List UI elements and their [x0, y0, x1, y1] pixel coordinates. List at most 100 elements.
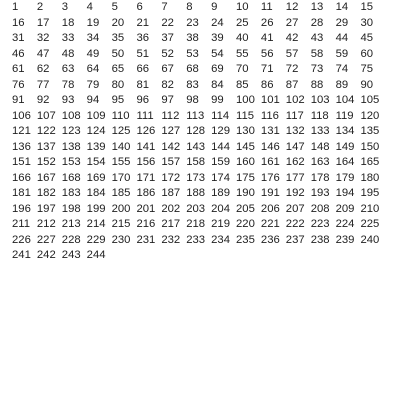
grid-number: 110 [111, 109, 130, 122]
grid-number: 168 [61, 171, 81, 184]
grid-number: 210 [360, 202, 380, 215]
grid-number: 217 [161, 218, 181, 230]
grid-number: 82 [161, 78, 174, 91]
grid-number: 44 [335, 32, 349, 44]
grid-number: 203 [186, 202, 206, 215]
grid-number: 120 [360, 109, 380, 122]
grid-number: 226 [12, 233, 31, 246]
grid-number: 116 [260, 109, 279, 122]
grid-number: 28 [310, 16, 324, 29]
grid-number: 233 [186, 233, 206, 246]
grid-number: 111 [136, 109, 154, 122]
grid-number: 52 [161, 47, 174, 60]
grid-number: 9 [211, 1, 218, 13]
grid-number: 178 [310, 171, 330, 184]
grid-number: 197 [36, 202, 56, 215]
grid-number: 241 [12, 249, 31, 261]
grid-number: 18 [61, 16, 75, 29]
grid-number: 80 [111, 78, 125, 91]
grid-number: 66 [136, 63, 150, 75]
grid-number: 177 [285, 171, 305, 184]
grid-number: 124 [86, 125, 106, 137]
grid-number: 87 [285, 78, 299, 91]
grid-number: 180 [360, 171, 380, 184]
grid-number: 16 [12, 16, 25, 29]
grid-number: 223 [310, 218, 330, 230]
grid-number: 31 [12, 32, 25, 44]
grid-number: 143 [186, 140, 206, 153]
grid-number: 199 [86, 202, 106, 215]
grid-number: 65 [111, 63, 125, 75]
grid-number: 142 [161, 140, 181, 153]
grid-number: 149 [335, 140, 355, 153]
grid-number: 169 [86, 171, 106, 184]
grid-number: 170 [111, 171, 131, 184]
grid-number: 228 [61, 233, 81, 246]
grid-number: 86 [260, 78, 274, 91]
grid-number: 91 [12, 94, 25, 106]
grid-number: 184 [86, 187, 106, 199]
grid-number: 95 [111, 94, 125, 106]
grid-number: 75 [360, 63, 374, 75]
grid-number: 30 [360, 16, 374, 29]
grid-number: 186 [136, 187, 156, 199]
grid-number: 118 [310, 109, 329, 122]
grid-number: 40 [236, 32, 249, 44]
grid-number: 22 [161, 16, 174, 29]
grid-number: 4 [86, 1, 93, 13]
grid-number: 235 [236, 233, 255, 246]
grid-number: 103 [310, 94, 330, 106]
grid-number: 5 [111, 1, 118, 13]
grid-number: 99 [211, 94, 224, 106]
grid-number: 58 [310, 47, 324, 60]
grid-number: 215 [111, 218, 131, 230]
grid-number: 161 [260, 156, 280, 168]
grid-number: 135 [360, 125, 380, 137]
grid-number: 1 [12, 1, 19, 13]
grid-number: 214 [86, 218, 106, 230]
grid-number: 151 [12, 156, 31, 168]
grid-number: 49 [86, 47, 100, 60]
grid-number: 211 [12, 218, 31, 230]
grid-number: 63 [61, 63, 75, 75]
grid-number: 201 [136, 202, 156, 215]
grid-number: 101 [260, 94, 280, 106]
grid-number: 38 [186, 32, 199, 44]
grid-number: 102 [285, 94, 305, 106]
grid-number: 3 [61, 1, 69, 13]
grid-number: 13 [310, 1, 324, 13]
grid-number: 187 [161, 187, 181, 199]
grid-number: 112 [161, 109, 180, 122]
grid-number: 106 [12, 109, 31, 122]
grid-number: 231 [136, 233, 156, 246]
grid-number: 36 [136, 32, 150, 44]
grid-number: 125 [111, 125, 131, 137]
grid-number: 144 [211, 140, 230, 153]
grid-number: 159 [211, 156, 230, 168]
grid-number: 244 [86, 249, 106, 261]
grid-number: 121 [12, 125, 31, 137]
grid-number: 92 [36, 94, 50, 106]
grid-number: 123 [61, 125, 81, 137]
grid-number: 216 [136, 218, 156, 230]
grid-number: 72 [285, 63, 299, 75]
grid-number: 243 [61, 249, 81, 261]
grid-number: 167 [36, 171, 56, 184]
grid-number: 208 [310, 202, 330, 215]
grid-number: 51 [136, 47, 150, 60]
grid-number: 93 [61, 94, 75, 106]
grid-number: 222 [285, 218, 305, 230]
grid-number: 90 [360, 78, 374, 91]
grid-number: 205 [236, 202, 255, 215]
grid-number: 174 [211, 171, 230, 184]
grid-number: 39 [211, 32, 224, 44]
grid-number: 129 [211, 125, 230, 137]
grid-number: 130 [236, 125, 255, 137]
grid-number: 20 [111, 16, 125, 29]
number-grid: 1 2 3 4 5 6 7 8 9 10 11 12 13 14 15 16 17 18 19 20 21 22 23 24 2… [12, 0, 385, 264]
grid-number: 188 [186, 187, 206, 199]
grid-number: 122 [36, 125, 56, 137]
grid-number: 6 [136, 1, 143, 13]
grid-number: 221 [260, 218, 280, 230]
grid-number: 26 [260, 16, 274, 29]
